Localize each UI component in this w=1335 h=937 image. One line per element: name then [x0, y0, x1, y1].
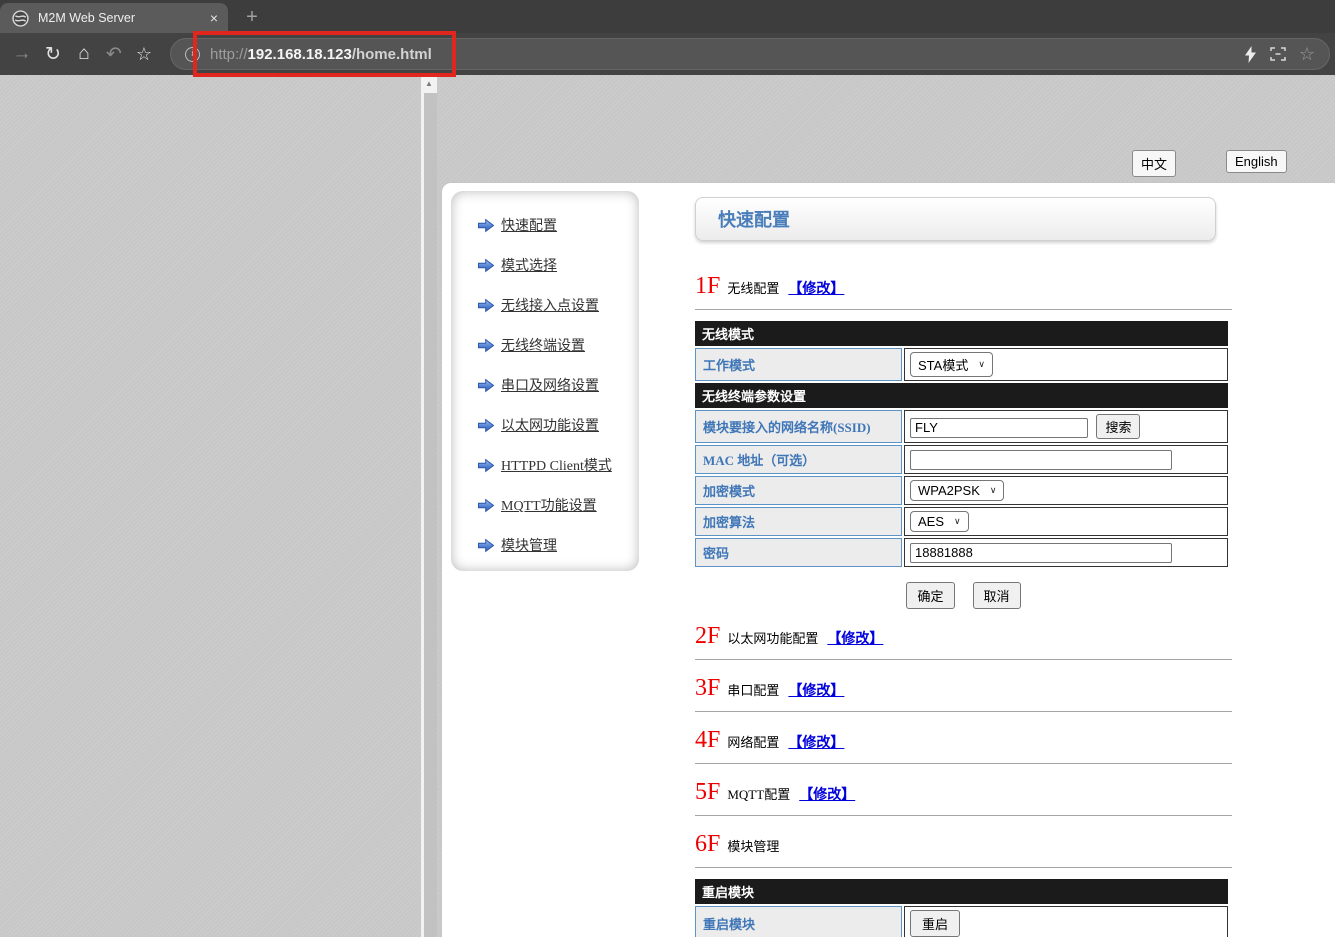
- section-5f: 5F MQTT配置 【修改】: [695, 779, 1232, 805]
- page-title-panel: 快速配置: [695, 197, 1216, 241]
- arrow-right-icon: [477, 418, 495, 433]
- sidebar-item-serial-network[interactable]: 串口及网络设置: [451, 365, 639, 405]
- section-1f: 1F 无线配置 【修改】: [695, 273, 1232, 299]
- annotation-highlight: [193, 31, 456, 77]
- arrow-right-icon: [477, 378, 495, 393]
- tab-title: M2M Web Server: [38, 11, 202, 25]
- chevron-down-icon: ∨: [990, 485, 997, 496]
- page-viewport: ▲ 中文 English 快速配置 模式选择: [0, 75, 1335, 937]
- bookmark-star-icon[interactable]: ☆: [131, 33, 157, 75]
- divider: [695, 815, 1232, 817]
- table-row: 密码: [695, 538, 1228, 567]
- modify-link-wireless[interactable]: 【修改】: [788, 278, 844, 298]
- reload-icon[interactable]: ↻: [40, 33, 66, 75]
- modify-link-network[interactable]: 【修改】: [788, 732, 844, 752]
- browser-window: M2M Web Server × + → ↻ ⌂ ↶ ☆ i http://19…: [0, 0, 1335, 937]
- divider: [695, 763, 1232, 765]
- cancel-button[interactable]: 取消: [973, 582, 1021, 609]
- sidebar-item-wireless-sta[interactable]: 无线终端设置: [451, 325, 639, 365]
- sidebar-item-quick-config[interactable]: 快速配置: [451, 205, 639, 245]
- table-header-restart: 重启模块: [695, 879, 1228, 904]
- new-tab-button[interactable]: +: [239, 3, 265, 33]
- chevron-down-icon: ∨: [954, 516, 961, 527]
- modify-link-ethernet[interactable]: 【修改】: [827, 628, 883, 648]
- section-3f: 3F 串口配置 【修改】: [695, 675, 1232, 701]
- form-actions: 确定 取消: [695, 582, 1232, 609]
- arrow-right-icon: [477, 538, 495, 553]
- favorite-star-icon[interactable]: ☆: [1299, 44, 1315, 65]
- arrow-right-icon: [477, 458, 495, 473]
- sidebar-menu: 快速配置 模式选择 无线接入点设置 无线终端设置: [451, 191, 639, 571]
- capture-frame-icon[interactable]: [1270, 47, 1286, 61]
- scrollbar-up-icon[interactable]: ▲: [421, 75, 437, 93]
- wireless-config-table: 无线模式 工作模式 STA模式∨ 无线终端参数设置 模块要接入的网络名称(SSI…: [693, 319, 1230, 569]
- arrow-right-icon: [477, 498, 495, 513]
- divider: [695, 659, 1232, 661]
- section-2f: 2F 以太网功能配置 【修改】: [695, 623, 1232, 649]
- main-content: 快速配置 1F 无线配置 【修改】 无线模式 工作模式 STA模式∨: [695, 197, 1232, 937]
- vertical-scrollbar[interactable]: ▲: [421, 75, 437, 937]
- site-favicon-icon: [12, 10, 29, 27]
- work-mode-select[interactable]: STA模式∨: [910, 352, 993, 377]
- table-row: 加密算法 AES∨: [695, 507, 1228, 536]
- home-icon[interactable]: ⌂: [71, 33, 97, 75]
- divider: [695, 309, 1232, 311]
- tab-close-icon[interactable]: ×: [210, 10, 218, 26]
- content-pane: 中文 English 快速配置 模式选择 无线接入点设置: [437, 75, 1335, 937]
- language-chinese-button[interactable]: 中文: [1132, 150, 1176, 177]
- main-panel: 快速配置 模式选择 无线接入点设置 无线终端设置: [441, 182, 1335, 937]
- lightning-icon[interactable]: [1244, 46, 1257, 63]
- restart-table: 重启模块 重启模块 重启: [693, 877, 1230, 937]
- arrow-right-icon: [477, 338, 495, 353]
- encryption-algorithm-select[interactable]: AES∨: [910, 511, 969, 532]
- search-button[interactable]: 搜索: [1096, 414, 1140, 439]
- divider: [695, 867, 1232, 869]
- sidebar-item-wireless-ap[interactable]: 无线接入点设置: [451, 285, 639, 325]
- table-row: 加密模式 WPA2PSK∨: [695, 476, 1228, 505]
- arrow-right-icon: [477, 298, 495, 313]
- arrow-right-icon: [477, 258, 495, 273]
- arrow-right-icon: [477, 218, 495, 233]
- mac-address-input[interactable]: [910, 450, 1172, 470]
- divider: [695, 711, 1232, 713]
- ok-button[interactable]: 确定: [906, 582, 954, 609]
- sidebar-item-ethernet[interactable]: 以太网功能设置: [451, 405, 639, 445]
- browser-tab[interactable]: M2M Web Server ×: [0, 3, 228, 33]
- chevron-down-icon: ∨: [978, 359, 985, 370]
- back-icon[interactable]: ↶: [101, 33, 127, 75]
- section-4f: 4F 网络配置 【修改】: [695, 727, 1232, 753]
- page-title: 快速配置: [718, 206, 790, 232]
- table-row: MAC 地址（可选）: [695, 445, 1228, 474]
- section-6f: 6F 模块管理: [695, 831, 1232, 857]
- table-row: 工作模式 STA模式∨: [695, 348, 1228, 381]
- sidebar-item-httpd-client[interactable]: HTTPD Client模式: [451, 445, 639, 485]
- language-english-button[interactable]: English: [1226, 150, 1287, 173]
- restart-button[interactable]: 重启: [910, 910, 960, 937]
- encryption-mode-select[interactable]: WPA2PSK∨: [910, 480, 1004, 501]
- table-header-sta-params: 无线终端参数设置: [695, 383, 1228, 408]
- forward-icon[interactable]: →: [9, 33, 35, 75]
- sidebar-item-mode-select[interactable]: 模式选择: [451, 245, 639, 285]
- modify-link-serial[interactable]: 【修改】: [788, 680, 844, 700]
- tab-bar: M2M Web Server × +: [0, 0, 1335, 33]
- scrollbar-thumb[interactable]: [424, 93, 437, 937]
- sidebar-item-module-admin[interactable]: 模块管理: [451, 525, 639, 565]
- password-input[interactable]: [910, 543, 1172, 563]
- sidebar-item-mqtt[interactable]: MQTT功能设置: [451, 485, 639, 525]
- modify-link-mqtt[interactable]: 【修改】: [799, 784, 855, 804]
- ssid-input[interactable]: [910, 418, 1088, 438]
- table-header-wireless-mode: 无线模式: [695, 321, 1228, 346]
- table-row: 模块要接入的网络名称(SSID) 搜索: [695, 410, 1228, 443]
- table-row: 重启模块 重启: [695, 906, 1228, 937]
